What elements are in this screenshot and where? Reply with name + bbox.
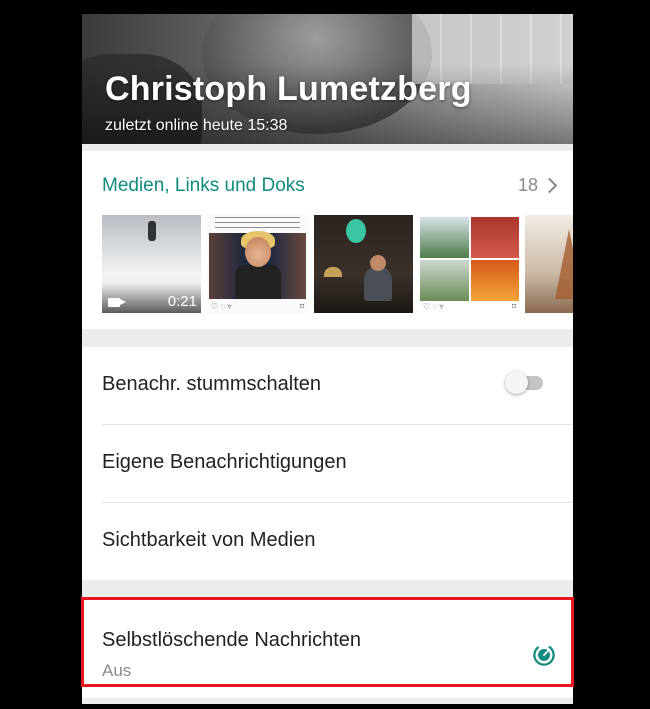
collage-tile bbox=[470, 217, 519, 258]
media-visibility-row[interactable]: Sichtbarkeit von Medien bbox=[82, 503, 573, 580]
post-action-icons: ♡ ◌ ▿ bbox=[423, 302, 444, 311]
post-action-icons: ♡ ◌ ▿ bbox=[211, 302, 232, 311]
last-seen-status: zuletzt online heute 15:38 bbox=[105, 117, 288, 134]
video-camera-icon bbox=[108, 298, 126, 307]
thumb-detail bbox=[148, 221, 156, 241]
disappearing-messages-status: Aus bbox=[102, 661, 132, 680]
toggle-knob bbox=[505, 371, 528, 394]
contact-name: Christoph Lumetzberg bbox=[105, 70, 472, 108]
media-thumbnail-image[interactable] bbox=[525, 215, 573, 313]
media-section-title[interactable]: Medien, Links und Doks bbox=[102, 175, 305, 197]
media-visibility-label: Sichtbarkeit von Medien bbox=[102, 529, 316, 551]
media-count: 18 bbox=[517, 175, 538, 195]
thumb-tree bbox=[555, 229, 573, 299]
thumb-figure-face bbox=[245, 237, 271, 267]
collage-tile bbox=[420, 217, 469, 258]
media-thumbnail-image[interactable] bbox=[314, 215, 413, 313]
thumb-collage bbox=[420, 217, 519, 301]
media-thumbnail-image[interactable]: ♡ ◌ ▿ ⌑ bbox=[419, 215, 520, 313]
contact-info-screen: Christoph Lumetzberg zuletzt online heut… bbox=[82, 14, 573, 704]
profile-header[interactable]: Christoph Lumetzberg zuletzt online heut… bbox=[82, 14, 573, 144]
custom-notifications-label: Eigene Benachrichtigungen bbox=[102, 451, 347, 473]
thumb-figure bbox=[364, 267, 392, 301]
video-duration: 0:21 bbox=[167, 293, 197, 310]
custom-notifications-row[interactable]: Eigene Benachrichtigungen bbox=[82, 425, 573, 502]
disappearing-timer-icon bbox=[533, 644, 555, 666]
media-thumbnails: 0:21 ♡ ◌ ▿ ⌑ ♡ ◌ ▿ ⌑ bbox=[102, 215, 573, 313]
thumb-balloon bbox=[346, 219, 366, 243]
notification-settings: Benachr. stummschalten Eigene Benachrich… bbox=[82, 347, 573, 580]
media-thumbnail-video[interactable]: 0:21 bbox=[102, 215, 201, 313]
chevron-right-icon bbox=[541, 177, 558, 194]
thumb-figure bbox=[235, 265, 281, 299]
collage-tile bbox=[470, 260, 519, 301]
thumb-caption-lines bbox=[215, 217, 300, 231]
mute-notifications-label: Benachr. stummschalten bbox=[102, 373, 321, 395]
bookmark-icon: ⌑ bbox=[299, 302, 304, 311]
mute-toggle[interactable] bbox=[505, 371, 543, 394]
thumb-figure-head bbox=[370, 255, 386, 271]
mute-notifications-row[interactable]: Benachr. stummschalten bbox=[82, 347, 573, 424]
bookmark-icon: ⌑ bbox=[511, 302, 516, 311]
media-thumbnail-image[interactable]: ♡ ◌ ▿ ⌑ bbox=[207, 215, 308, 313]
collage-tile bbox=[420, 260, 469, 301]
thumb-lamp bbox=[324, 267, 342, 277]
media-count-link[interactable]: 18 bbox=[517, 175, 558, 196]
disappearing-messages-row[interactable]: Selbstlöschende Nachrichten Aus bbox=[82, 598, 573, 698]
disappearing-messages-label: Selbstlöschende Nachrichten bbox=[102, 629, 362, 651]
media-section: Medien, Links und Doks 18 0:21 ♡ ◌ ▿ ⌑ ♡… bbox=[82, 151, 573, 329]
